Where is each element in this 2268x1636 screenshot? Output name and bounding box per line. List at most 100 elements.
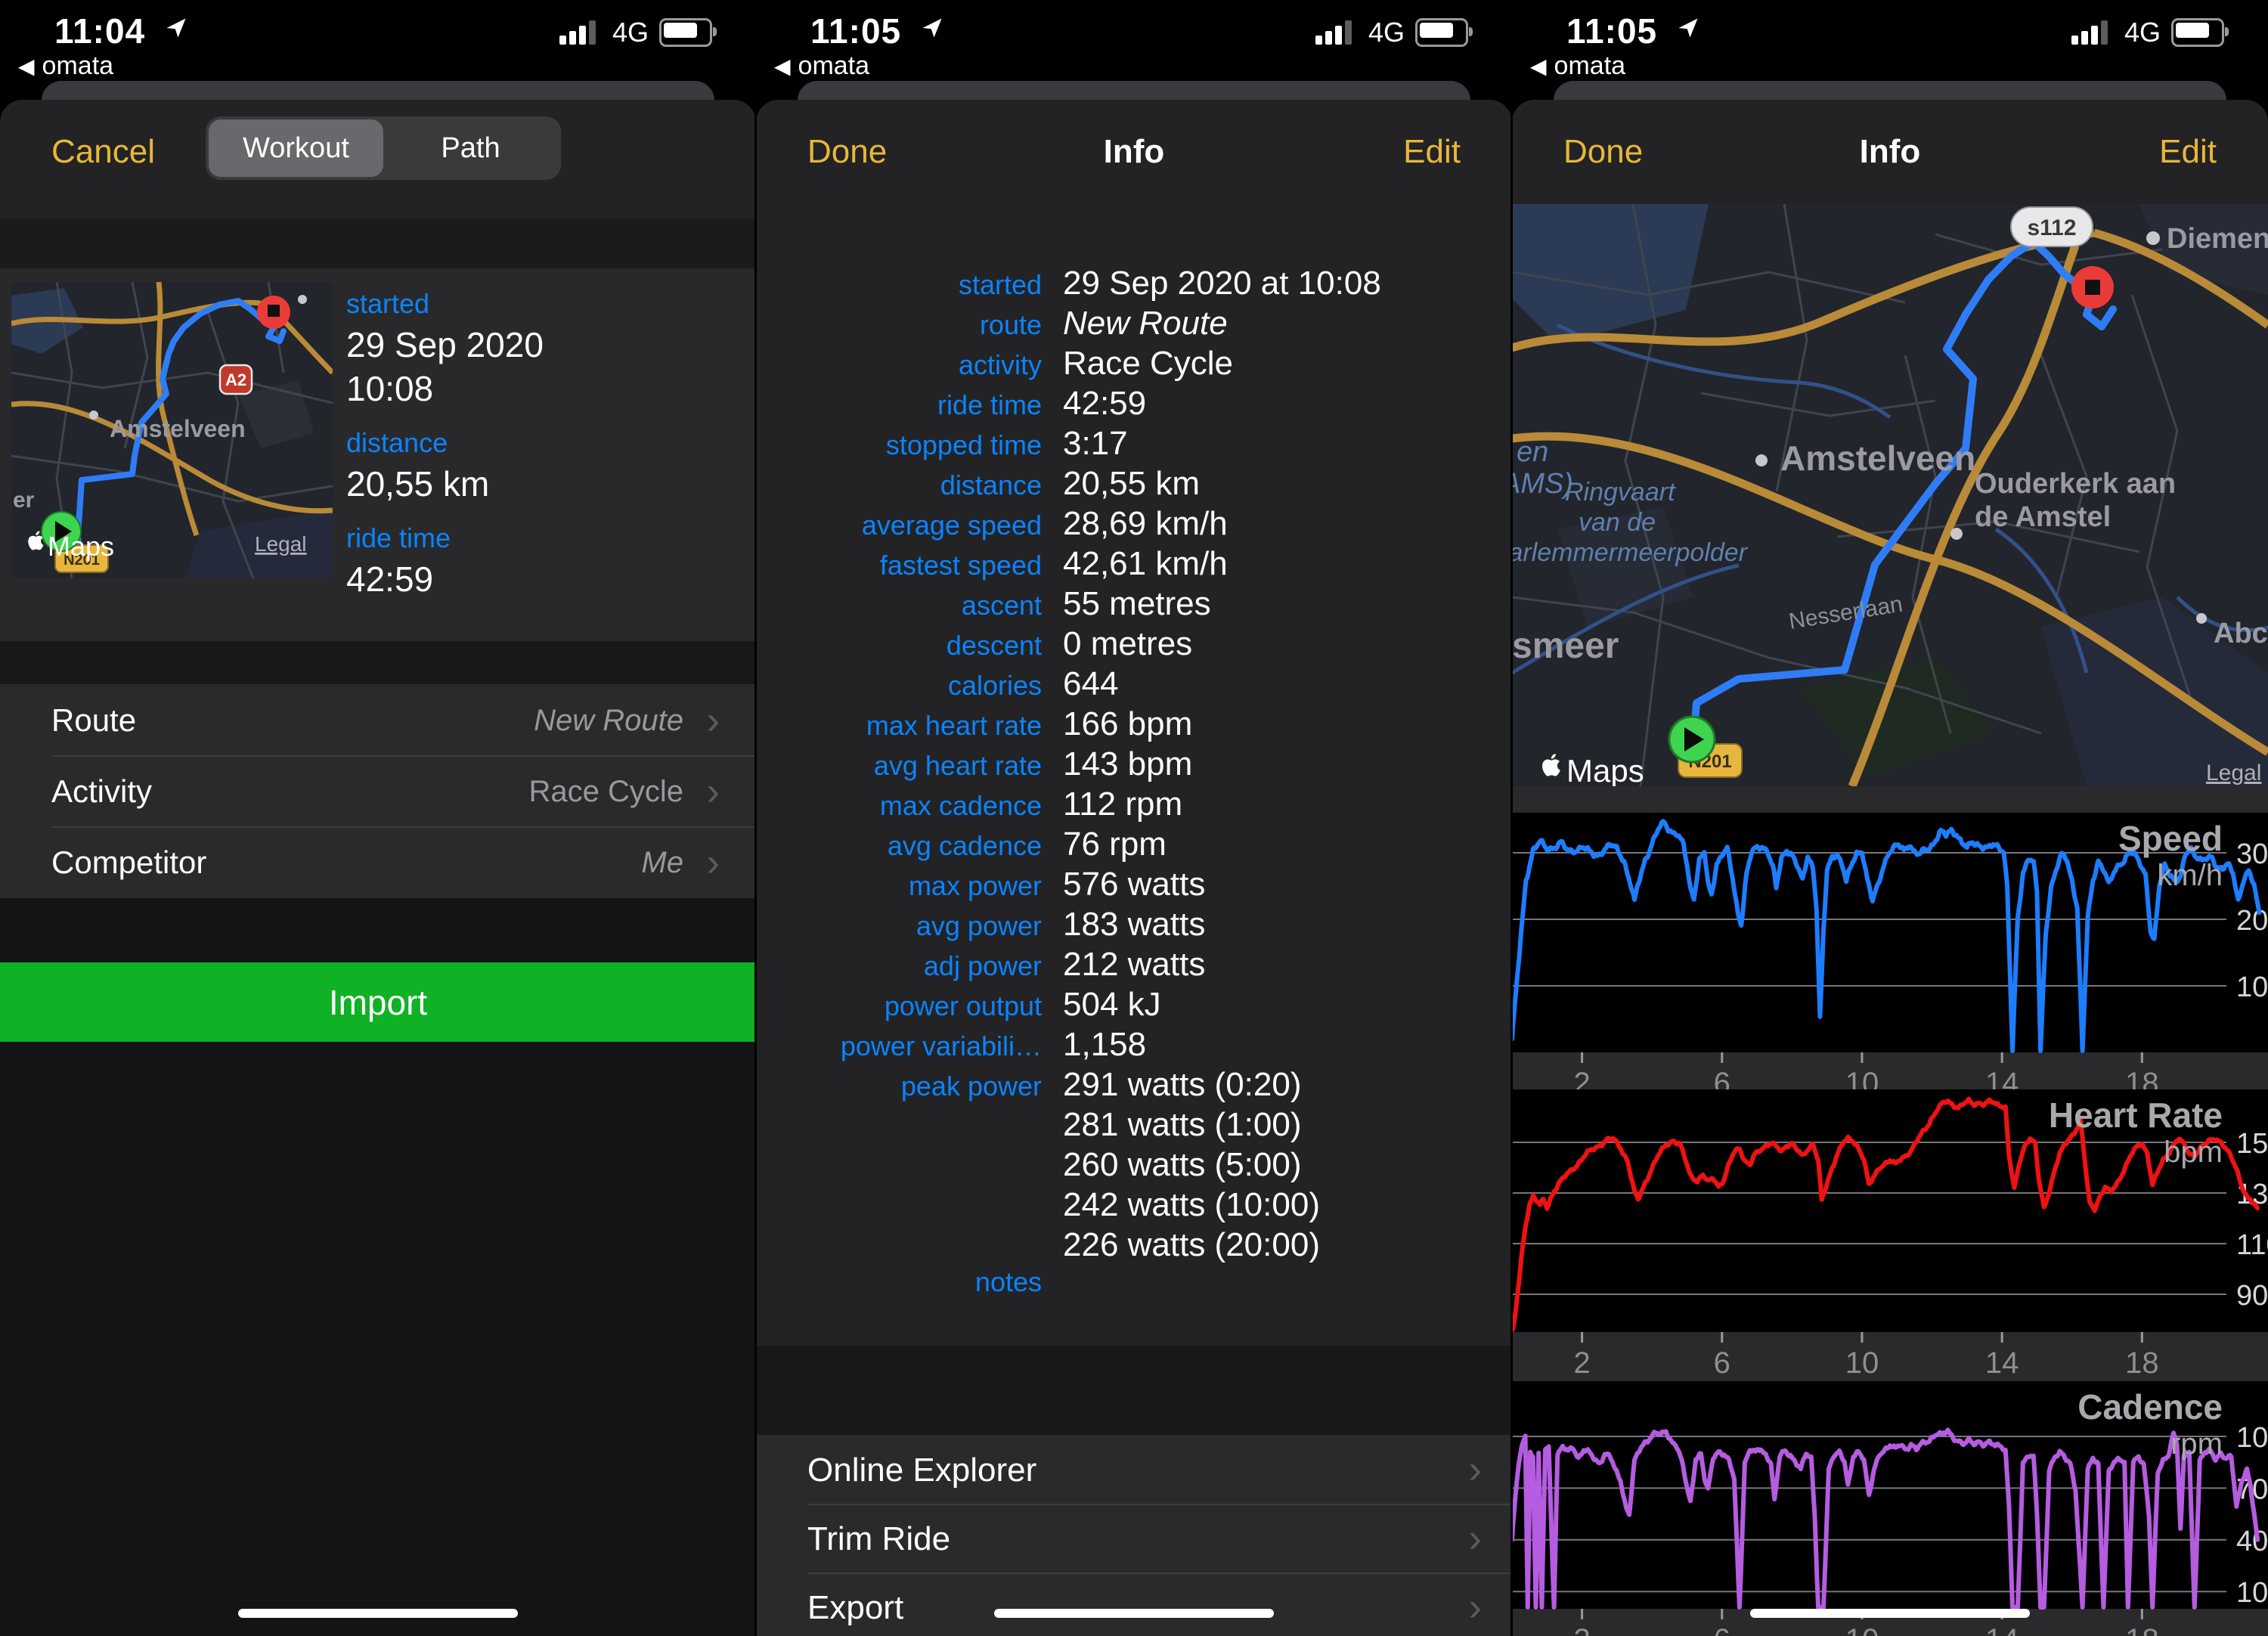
segment-workout[interactable]: Workout: [209, 119, 383, 177]
y-axis-tick-label: 30: [2236, 838, 2268, 870]
home-indicator[interactable]: [1750, 1609, 2030, 1618]
location-arrow-icon: [165, 17, 187, 39]
home-indicator[interactable]: [238, 1609, 518, 1618]
y-axis-tick-label: 20: [2236, 905, 2268, 937]
row-label: Route: [51, 702, 136, 739]
setting-row-competitor[interactable]: Competitor Me ›: [0, 826, 756, 897]
svg-text:Ouderkerk aan: Ouderkerk aan: [1975, 468, 2176, 500]
stat-label: stopped time: [756, 429, 1042, 461]
chevron-right-icon: ›: [707, 769, 720, 814]
x-axis-tick-label: 2: [1573, 1067, 1590, 1089]
back-triangle-icon: ◀: [1530, 54, 1547, 79]
summary-value: 29 Sep 2020: [346, 326, 739, 364]
action-row-trim-ride[interactable]: Trim Ride ›: [756, 1504, 1512, 1572]
stat-value: 644: [1063, 665, 1118, 703]
stat-row: max power576 watts: [756, 866, 1512, 906]
info-sheet: Done Info Edit started29 Sep 2020 at 10:…: [756, 100, 1512, 1636]
stat-row: adj power212 watts: [756, 946, 1512, 986]
cadence-chart[interactable]: 10070401026101418Cadencerpm: [1512, 1381, 2268, 1636]
action-row-online-explorer[interactable]: Online Explorer ›: [756, 1435, 1512, 1504]
map-city-label: Amstelveen: [1780, 438, 1975, 478]
back-app-label: omata: [798, 51, 870, 81]
home-indicator[interactable]: [994, 1609, 1274, 1618]
workout-path-segmented-control[interactable]: Workout Path: [206, 116, 561, 180]
speed-chart[interactable]: 30201026101418Speedkm/h: [1512, 786, 2268, 1089]
back-to-app-button[interactable]: ◀ omata: [774, 51, 869, 81]
stat-row: max cadence112 rpm: [756, 785, 1512, 826]
stat-row: avg power183 watts: [756, 906, 1512, 946]
route-map[interactable]: Amstelveen Ouderkerk aan de Amstel Dieme…: [1512, 204, 2268, 786]
ride-info-screen: 11:05 ◀ omata 4G Done Info Edit started29…: [756, 0, 1512, 1636]
map-legal-link[interactable]: Legal: [2206, 761, 2261, 785]
edit-button[interactable]: Edit: [2159, 133, 2217, 171]
stat-value: 20,55 km: [1063, 465, 1200, 503]
stat-row: max heart rate166 bpm: [756, 705, 1512, 745]
stat-row: average speed28,69 km/h: [756, 505, 1512, 545]
workout-settings-list: Route New Route ›Activity Race Cycle ›Co…: [0, 684, 756, 898]
setting-row-activity[interactable]: Activity Race Cycle ›: [0, 755, 756, 826]
signal-strength-icon: [2071, 20, 2114, 45]
svg-text:smeer: smeer: [1512, 626, 1619, 666]
row-value: Me: [641, 846, 683, 880]
network-type-label: 4G: [1368, 17, 1405, 48]
stat-row: stopped time3:17: [756, 425, 1512, 465]
chart-title: Speed: [2118, 819, 2223, 858]
stat-label: avg power: [756, 910, 1042, 942]
setting-row-route[interactable]: Route New Route ›: [0, 684, 756, 755]
summary-label: started: [346, 288, 739, 320]
sheet-header: Cancel Workout Path: [0, 100, 756, 219]
stat-value: 0 metres: [1063, 625, 1192, 663]
y-axis-tick-label: 90: [2236, 1280, 2268, 1312]
cancel-button[interactable]: Cancel: [51, 133, 155, 171]
import-sheet: Cancel Workout Path: [0, 100, 756, 1636]
heart-rate-chart[interactable]: 1501301109026101418Heart Ratebpm: [1512, 1089, 2268, 1381]
row-value: Race Cycle: [528, 775, 683, 809]
stat-value: 576 watts: [1063, 866, 1205, 903]
summary-value: 20,55 km: [346, 465, 739, 503]
map-city-label: Amstelveen: [110, 415, 246, 442]
back-to-app-button[interactable]: ◀omata: [18, 51, 113, 81]
stat-label: peak power: [756, 1071, 1042, 1102]
action-row-export[interactable]: Export ›Exchange Link, GPX, KML, CSV, TC…: [756, 1572, 1512, 1636]
edit-button[interactable]: Edit: [1403, 133, 1461, 171]
stat-value: 226 watts (20:00): [1063, 1226, 1320, 1264]
segment-path[interactable]: Path: [383, 119, 558, 177]
action-label: Trim Ride: [807, 1520, 950, 1558]
svg-text:en: en: [1517, 436, 1548, 468]
svg-text:Ringvaart: Ringvaart: [1565, 478, 1676, 507]
map-partial-label: er: [13, 488, 35, 513]
section-gap: [756, 1346, 1512, 1435]
chevron-right-icon: ›: [1469, 1516, 1482, 1561]
y-axis-tick-label: 10: [2236, 1577, 2268, 1609]
stat-row: ride time42:59: [756, 385, 1512, 425]
sheet-header: Done Info Edit: [1512, 100, 2268, 204]
stat-label: distance: [756, 469, 1042, 501]
stat-label: notes: [756, 1266, 1042, 1298]
x-axis-tick-label: 6: [1714, 1346, 1730, 1380]
map-legal-link[interactable]: Legal: [255, 532, 307, 556]
status-time: 11:04: [54, 11, 145, 51]
n201-road-badge: [1594, 355, 1653, 386]
summary-label: ride time: [346, 522, 739, 554]
y-axis-tick-label: 150: [2236, 1128, 2268, 1160]
ride-stats-table: started29 Sep 2020 at 10:08routeNew Rout…: [756, 265, 1512, 1306]
stat-label: max cadence: [756, 790, 1042, 822]
stat-label: ride time: [756, 389, 1042, 421]
stat-value: 242 watts (10:00): [1063, 1186, 1320, 1224]
route-map-thumbnail[interactable]: Amstelveen er A2 N201: [11, 282, 333, 578]
stat-row: calories644: [756, 665, 1512, 705]
stat-label: activity: [756, 349, 1042, 381]
import-button[interactable]: Import: [0, 962, 756, 1042]
battery-icon: [2171, 18, 2224, 47]
back-to-app-button[interactable]: ◀omata: [1530, 51, 1625, 81]
back-triangle-icon: ◀: [774, 54, 791, 79]
network-type-label: 4G: [2124, 17, 2161, 48]
back-triangle-icon: ◀: [18, 54, 35, 79]
stat-row: fastest speed42,61 km/h: [756, 545, 1512, 585]
y-axis-tick-label: 110: [2236, 1229, 2268, 1261]
status-time: 11:05: [810, 11, 901, 51]
stat-row: notes: [756, 1266, 1512, 1306]
stat-row: avg cadence76 rpm: [756, 826, 1512, 866]
battery-icon: [659, 18, 712, 47]
row-label: Competitor: [51, 844, 206, 881]
